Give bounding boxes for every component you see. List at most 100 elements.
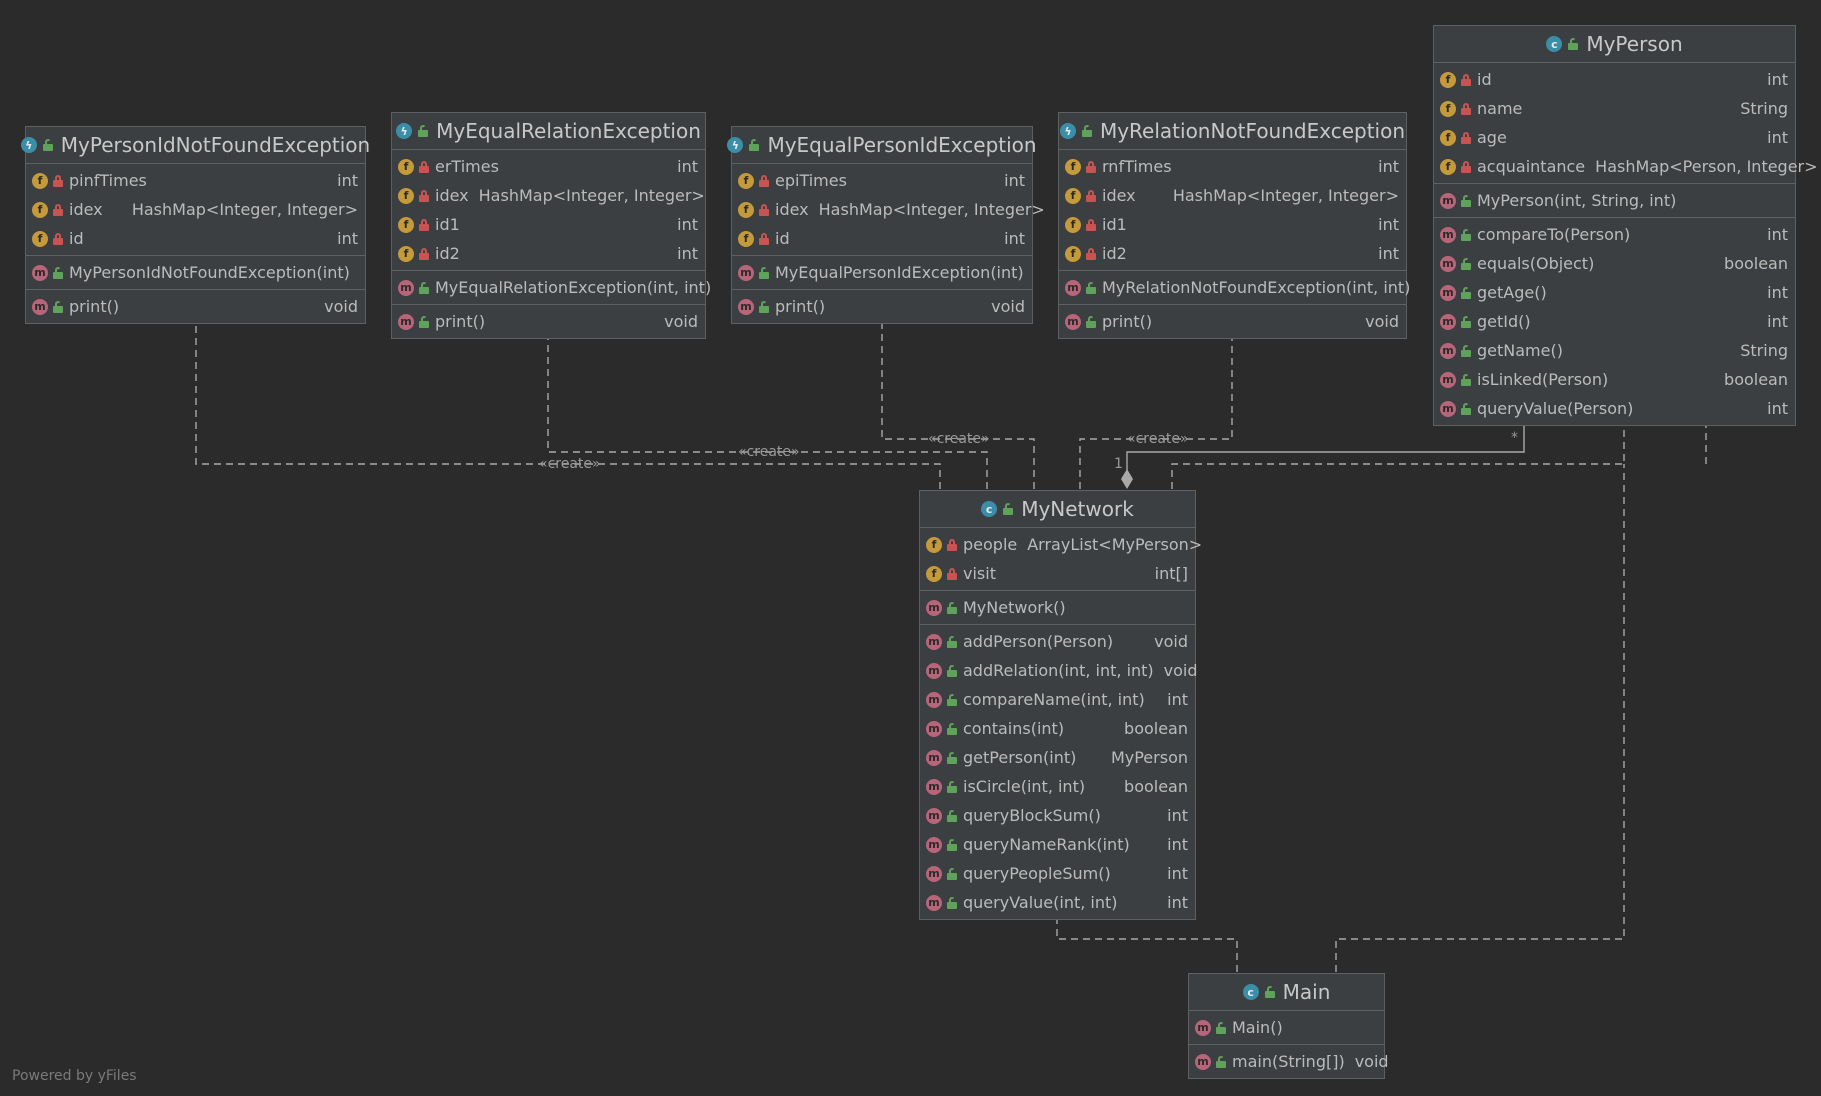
public-lock-icon	[1461, 194, 1471, 207]
method-row[interactable]: m compareName(int, int) int	[920, 685, 1195, 714]
method-row[interactable]: m print() void	[1059, 307, 1406, 336]
method-icon: m	[398, 313, 414, 330]
member-name: MyEqualPersonIdException(int)	[775, 263, 1024, 282]
constructor-row[interactable]: m MyNetwork()	[920, 593, 1195, 622]
class-node-epi[interactable]: ϟ MyEqualPersonIdException f epiTimes int f id…	[727, 126, 1045, 324]
method-row[interactable]: m print() void	[732, 292, 1032, 321]
method-row[interactable]: m contains(int) boolean	[920, 714, 1195, 743]
method-icon: m	[1440, 400, 1456, 417]
public-lock-icon	[419, 315, 429, 328]
constructor-row[interactable]: m MyRelationNotFoundException(int, int)	[1059, 273, 1410, 302]
member-type: HashMap<Integer, Integer>	[131, 200, 358, 219]
method-row[interactable]: m main(String[]) void	[1189, 1047, 1389, 1076]
public-lock-icon	[947, 722, 957, 735]
field-row[interactable]: f id2 int	[1059, 239, 1406, 268]
private-lock-icon	[53, 232, 63, 245]
member-name: isCircle(int, int)	[963, 777, 1086, 796]
private-lock-icon	[1086, 247, 1096, 260]
class-node-er[interactable]: ϟ MyEqualRelationException f erTimes int f ide…	[391, 112, 711, 339]
field-row[interactable]: f id int	[1434, 65, 1795, 94]
method-row[interactable]: m addRelation(int, int, int) void	[920, 656, 1198, 685]
method-row[interactable]: m isLinked(Person) boolean	[1434, 365, 1795, 394]
member-name: people	[963, 535, 1018, 554]
member-name: id1	[1102, 215, 1127, 234]
method-icon: m	[926, 836, 942, 853]
public-lock-icon	[1568, 38, 1579, 50]
private-lock-icon	[947, 567, 957, 580]
method-row[interactable]: m addPerson(Person) void	[920, 627, 1195, 656]
create-label-rnf: «create»	[1127, 431, 1189, 447]
method-row[interactable]: m getAge() int	[1434, 278, 1795, 307]
method-icon: m	[1440, 371, 1456, 388]
field-row[interactable]: f idex HashMap<Integer, Integer>	[26, 195, 365, 224]
field-row[interactable]: f name String	[1434, 94, 1795, 123]
field-row[interactable]: f people ArrayList<MyPerson>	[920, 530, 1202, 559]
field-row[interactable]: f idex HashMap<Integer, Integer>	[732, 195, 1045, 224]
field-row[interactable]: f pinfTimes int	[26, 166, 365, 195]
field-row[interactable]: f id1 int	[1059, 210, 1406, 239]
method-row[interactable]: m equals(Object) boolean	[1434, 249, 1795, 278]
member-type: String	[1740, 99, 1788, 118]
constructor-row[interactable]: m MyEqualRelationException(int, int)	[392, 273, 711, 302]
public-lock-icon	[947, 693, 957, 706]
field-row[interactable]: f visit int[]	[920, 559, 1195, 588]
method-row[interactable]: m print() void	[392, 307, 705, 336]
class-node-rnf[interactable]: ϟ MyRelationNotFoundException f rnfTimes int…	[1058, 112, 1410, 339]
member-type: boolean	[1124, 777, 1188, 796]
member-type: int	[1167, 893, 1188, 912]
field-row[interactable]: f idex HashMap<Integer, Integer>	[392, 181, 705, 210]
method-row[interactable]: m queryValue(Person) int	[1434, 394, 1795, 423]
fields-section: f erTimes int f idex HashMap<Integer, Integer…	[392, 150, 705, 271]
member-name: MyPersonIdNotFoundException(int)	[69, 263, 350, 282]
public-lock-icon	[1216, 1021, 1226, 1034]
public-lock-icon	[1216, 1055, 1226, 1068]
class-node-main[interactable]: c Main m Main() m main(String[]) void	[1188, 973, 1389, 1079]
method-row[interactable]: m print() void	[26, 292, 365, 321]
member-type: int	[1378, 157, 1399, 176]
member-name: id	[1477, 70, 1492, 89]
constructor-row[interactable]: m Main()	[1189, 1013, 1384, 1042]
method-icon: m	[1065, 279, 1081, 296]
constructor-row[interactable]: m MyPersonIdNotFoundException(int)	[26, 258, 365, 287]
method-row[interactable]: m queryBlockSum() int	[920, 801, 1195, 830]
field-row[interactable]: f age int	[1434, 123, 1795, 152]
method-row[interactable]: m queryNameRank(int) int	[920, 830, 1195, 859]
field-row[interactable]: f acquaintance HashMap<Person, Integer>	[1434, 152, 1818, 181]
member-type: int	[1167, 864, 1188, 883]
fields-section: f people ArrayList<MyPerson> f visit int[]	[920, 528, 1202, 591]
member-name: contains(int)	[963, 719, 1065, 738]
field-icon: f	[1440, 100, 1456, 117]
method-row[interactable]: m getPerson(int) MyPerson	[920, 743, 1195, 772]
method-icon: m	[1440, 284, 1456, 301]
field-row[interactable]: f idex HashMap<Integer, Integer>	[1059, 181, 1406, 210]
class-node-network[interactable]: c MyNetwork f people ArrayList<MyPerson> f vis…	[919, 490, 1202, 920]
class-node-person[interactable]: c MyPerson f id int f name String f age int f acquai…	[1433, 25, 1818, 426]
class-title: MyPerson	[1586, 32, 1683, 56]
method-row[interactable]: m isCircle(int, int) boolean	[920, 772, 1195, 801]
method-icon: m	[1440, 255, 1456, 272]
constructor-row[interactable]: m MyEqualPersonIdException(int)	[732, 258, 1032, 287]
method-row[interactable]: m queryValue(int, int) int	[920, 888, 1195, 917]
member-type: void	[1354, 1052, 1389, 1071]
field-row[interactable]: f rnfTimes int	[1059, 152, 1406, 181]
method-row[interactable]: m compareTo(Person) int	[1434, 220, 1795, 249]
field-row[interactable]: f epiTimes int	[732, 166, 1032, 195]
class-node-pinf[interactable]: ϟ MyPersonIdNotFoundException f pinfTimes in…	[20, 126, 370, 324]
class-header: ϟ MyRelationNotFoundException	[1059, 113, 1406, 150]
public-lock-icon	[749, 139, 760, 151]
constructors-section: m MyPersonIdNotFoundException(int)	[26, 256, 365, 290]
field-row[interactable]: f id int	[732, 224, 1032, 253]
method-row[interactable]: m queryPeopleSum() int	[920, 859, 1195, 888]
field-row[interactable]: f id1 int	[392, 210, 705, 239]
member-type: MyPerson	[1110, 748, 1188, 767]
constructor-row[interactable]: m MyPerson(int, String, int)	[1434, 186, 1795, 215]
field-row[interactable]: f erTimes int	[392, 152, 705, 181]
field-icon: f	[32, 172, 48, 189]
field-icon: f	[926, 565, 942, 582]
method-row[interactable]: m getId() int	[1434, 307, 1795, 336]
field-row[interactable]: f id int	[26, 224, 365, 253]
class-header: c Main	[1189, 974, 1384, 1011]
field-row[interactable]: f id2 int	[392, 239, 705, 268]
fields-section: f id int f name String f age int f acquaintance Has…	[1434, 63, 1818, 184]
method-row[interactable]: m getName() String	[1434, 336, 1795, 365]
